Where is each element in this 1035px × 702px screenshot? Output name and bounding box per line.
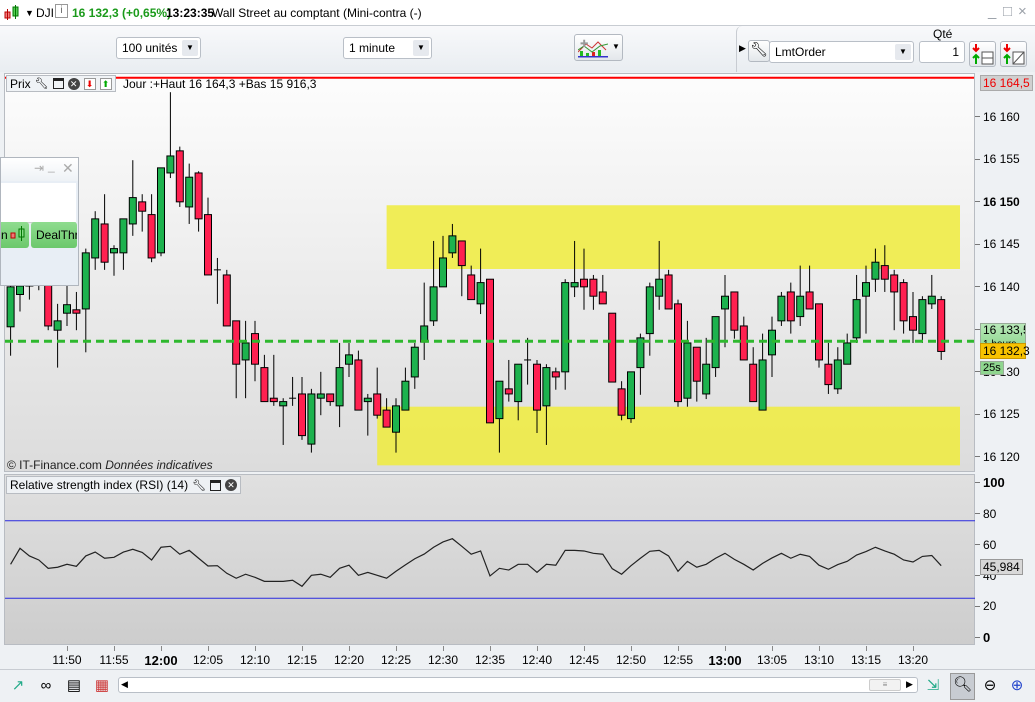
price-tick-mark [975, 456, 980, 457]
high-line-label: 16 164,5 [980, 75, 1033, 91]
bottom-toolbar: ↗ ∞ ▤ ▦ ◀ ≡ ▶ ⇲ 🔍︎ ⊖ ⊕ [0, 669, 1035, 702]
time-tick-mark [302, 646, 303, 651]
time-tick-mark [349, 646, 350, 651]
bracket-order-icon [1003, 44, 1025, 65]
horizontal-scrollbar[interactable]: ◀ ≡ ▶ [118, 677, 918, 693]
maximize-icon[interactable]: □ [1003, 3, 1012, 20]
time-tick-label: 12:30 [427, 653, 459, 667]
price-tick-mark [975, 328, 980, 330]
time-tick-label: 13:20 [897, 653, 929, 667]
time-tick-label: 13:00 [708, 653, 742, 668]
zoom-out-icon[interactable]: ⊖ [979, 675, 1001, 697]
time-tick-label: 12:20 [333, 653, 365, 667]
rsi-tick: 20 [983, 599, 997, 613]
time-tick-mark [913, 646, 914, 651]
autoscroll-icon[interactable]: ⇲ [922, 675, 944, 697]
rsi-tick-mark [975, 513, 980, 514]
scroll-left-icon[interactable]: ◀ [121, 679, 128, 690]
time-tick-mark [114, 646, 115, 651]
time-tick-mark [490, 646, 491, 651]
bracket-order-button[interactable] [1000, 41, 1027, 67]
time-tick-label: 13:10 [803, 653, 835, 667]
time-tick-mark [255, 646, 256, 651]
time-tick-mark [443, 646, 444, 651]
price-tick: 16 160 [983, 110, 1020, 124]
close-circle-icon[interactable]: ✕ [225, 479, 238, 491]
time-tick-label: 12:50 [615, 653, 647, 667]
countdown-label: 25s [980, 361, 1004, 375]
time-tick-label: 12:55 [662, 653, 694, 667]
last-price-label: 16 132,3 [980, 343, 1030, 359]
rsi-legend: Relative strength index (RSI) (14) 🔧︎ ✕ [6, 476, 242, 494]
dashed-level-value: 16 133,5 [983, 323, 1026, 337]
time-tick-label: 12:35 [474, 653, 506, 667]
time-tick-mark [537, 646, 538, 651]
time-tick-label: 13:15 [850, 653, 882, 667]
price-tick: 16 150 [983, 195, 1020, 209]
minimize-icon[interactable]: _ [988, 3, 996, 20]
time-tick-label: 12:05 [192, 653, 224, 667]
close-icon[interactable]: × [1018, 3, 1027, 20]
price-tick: 16 145 [983, 237, 1020, 251]
price-tick: 16 140 [983, 280, 1020, 294]
rsi-tick: 0 [983, 630, 991, 645]
scrollbar-thumb[interactable]: ≡ [869, 679, 901, 691]
time-tick-label: 11:55 [99, 653, 129, 667]
wrench-icon[interactable]: 🔧︎ [192, 479, 206, 492]
time-tick-mark [631, 646, 632, 651]
price-tick: 16 125 [983, 407, 1020, 421]
layers-icon[interactable]: ▦ [91, 675, 113, 697]
link-icon[interactable]: ∞ [35, 675, 57, 697]
zoom-in-icon[interactable]: ⊕ [1006, 675, 1028, 697]
time-tick-label: 12:40 [521, 653, 553, 667]
rsi-tick-mark [975, 544, 980, 545]
rsi-tick: 80 [983, 507, 997, 521]
price-tick-mark [975, 413, 980, 415]
price-tick: 16 120 [983, 450, 1020, 464]
rsi-tick: 100 [983, 475, 1005, 490]
time-tick-label: 12:15 [286, 653, 318, 667]
time-tick-mark [866, 646, 867, 651]
time-tick-label: 11:50 [52, 653, 82, 667]
time-tick-mark [725, 646, 726, 651]
time-tick-label: 12:45 [568, 653, 600, 667]
price-tick-mark [975, 158, 980, 160]
time-tick-label: 12:00 [144, 653, 178, 668]
price-tick-mark [975, 243, 980, 245]
time-tick-mark [396, 646, 397, 651]
time-tick-mark [678, 646, 679, 651]
time-tick-label: 13:05 [756, 653, 788, 667]
window-icon[interactable] [210, 479, 222, 491]
zoom-fit-icon[interactable]: 🔍︎ [950, 673, 975, 700]
price-tick-mark [975, 116, 980, 117]
time-tick-label: 12:25 [380, 653, 412, 667]
time-tick-mark [208, 646, 209, 651]
time-tick-mark [819, 646, 820, 651]
rsi-line [10, 538, 942, 588]
time-tick-mark [67, 646, 68, 651]
rsi-panel[interactable]: Relative strength index (RSI) (14) 🔧︎ ✕ [4, 474, 975, 645]
time-tick-mark [772, 646, 773, 651]
checklist-icon[interactable]: ▤ [63, 675, 85, 697]
price-tick-mark [975, 371, 980, 372]
rsi-tick-mark [975, 606, 980, 607]
price-tick: 16 155 [983, 152, 1020, 166]
rsi-value-label: 45,984 [980, 559, 1023, 575]
rsi-title: Relative strength index (RSI) (14) [10, 478, 189, 492]
rsi-plot [5, 520, 975, 599]
scroll-right-icon[interactable]: ▶ [906, 679, 913, 690]
price-tick-mark [975, 286, 980, 287]
price-tick-mark [975, 201, 980, 202]
export-icon[interactable]: ↗ [7, 675, 29, 697]
time-tick-mark [161, 646, 162, 651]
rsi-tick-mark [975, 575, 980, 576]
time-tick-label: 12:10 [239, 653, 271, 667]
rsi-tick: 60 [983, 538, 997, 552]
rsi-tick-mark [975, 637, 980, 638]
time-tick-mark [584, 646, 585, 651]
rsi-tick-mark [975, 482, 980, 483]
